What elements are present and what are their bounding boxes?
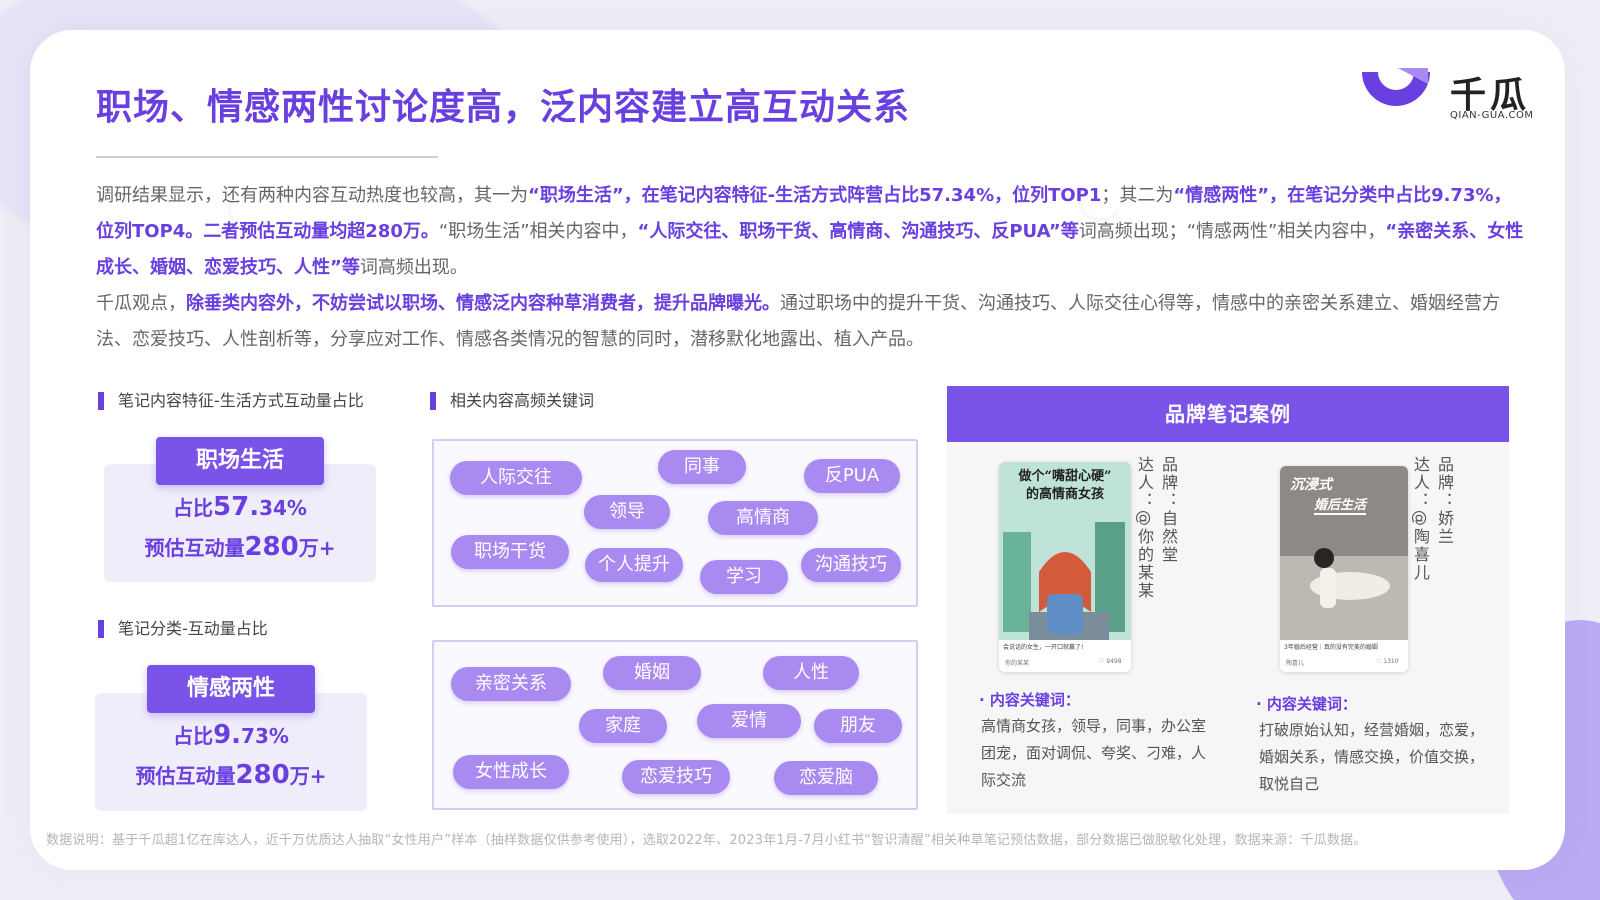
case-brand-name: 品牌：娇兰 <box>1435 456 1454 546</box>
case-kol-name: 达人：@你的某某 <box>1135 456 1154 600</box>
interact-prefix: 预估互动量 <box>144 536 245 560</box>
keyword-pill: 人性 <box>763 656 859 690</box>
section-label-category: 笔记分类-互动量占比 <box>98 620 268 638</box>
stat-pill-work: 职场生活 <box>156 437 324 485</box>
ratio-prefix: 占比 <box>173 496 214 520</box>
text: ；其二为 <box>1101 185 1174 206</box>
case-kol-name: 达人：@陶喜儿 <box>1411 456 1430 582</box>
keyword-pill: 反PUA <box>804 459 900 493</box>
text: “职场生活”相关内容中， <box>438 221 638 242</box>
keyword-pill: 领导 <box>584 495 670 529</box>
case-keywords-text: 高情商女孩，领导，同事，办公室团宠，面对调侃、夸奖、刁难，人际交流 <box>981 717 1207 789</box>
keyword-pill: 爱情 <box>697 704 801 738</box>
stat-ratio-emotion: 占比9.73% <box>95 720 367 750</box>
brand-logo: 千瓜 QIAN-GUA.COM <box>1358 66 1548 126</box>
case-brand-name: 品牌：自然堂 <box>1159 456 1178 564</box>
highlight: “人际交往、职场干货、高情商、沟通技巧、反PUA”等 <box>637 221 1079 242</box>
stat-pill-emotion: 情感两性 <box>147 665 315 713</box>
case-image-likes: ♡ 9498 <box>1099 658 1122 665</box>
brand-case-header: 品牌笔记案例 <box>947 386 1509 442</box>
highlight: “职场生活”，在笔记内容特征-生活方式阵营占比57.34%，位列TOP1 <box>528 185 1102 206</box>
case-keywords-title: · 内容关键词： <box>1256 695 1357 713</box>
summary-paragraph: 调研结果显示，还有两种内容互动热度也较高，其一为“职场生活”，在笔记内容特征-生… <box>96 178 1526 286</box>
section-label-keywords: 相关内容高频关键词 <box>430 392 594 410</box>
case-keywords-text: 打破原始认知，经营婚姻，恋爱，婚姻关系，情感交换，价值交换，取悦自己 <box>1259 721 1485 793</box>
case-image-title-line: 做个“嘴甜心硬” <box>1018 469 1112 484</box>
brand-case-panel: 品牌笔记案例 做个“嘴甜心硬” 的高情商女孩 会说话的女生，一开口就赢了! 你的… <box>947 386 1509 814</box>
keyword-pill: 女性成长 <box>453 755 569 789</box>
interact-prefix: 预估互动量 <box>135 764 236 788</box>
case-image-title: 做个“嘴甜心硬” 的高情商女孩 <box>999 468 1131 504</box>
case-image-caption: 会说话的女生，一开口就赢了! <box>1003 644 1084 651</box>
viewpoint-paragraph: 千瓜观点，除垂类内容外，不妨尝试以职场、情感泛内容种草消费者，提升品牌曝光。通过… <box>96 286 1526 358</box>
keyword-pill: 个人提升 <box>585 548 683 582</box>
ratio-prefix: 占比 <box>173 724 214 748</box>
interact-value: 280 <box>235 760 290 790</box>
data-footnote: 数据说明：基于千瓜超1亿在库达人，近千万优质达人抽取“女性用户”样本（抽样数据仅… <box>46 833 1367 848</box>
section-label-lifestyle: 笔记内容特征-生活方式互动量占比 <box>98 392 364 410</box>
case-image-likes: ♡ 1310 <box>1376 658 1399 665</box>
case-image-zirantang: 做个“嘴甜心硬” 的高情商女孩 会说话的女生，一开口就赢了! 你的某某 ♡ 94… <box>999 462 1131 672</box>
text: 千瓜观点， <box>96 293 186 314</box>
text: 词高频出现。 <box>359 257 468 278</box>
qiangua-logo-icon <box>1362 68 1430 106</box>
ratio-value: 9. <box>213 720 242 750</box>
case-image-title-line: 婚后生活 <box>1314 494 1367 515</box>
case-image-caption: 3年婚后经营｜真的没有完美的婚姻 <box>1284 644 1378 651</box>
keyword-pill: 学习 <box>700 560 788 594</box>
interact-suffix: 万+ <box>298 536 336 560</box>
case-image-user: 你的某某 <box>1005 660 1030 667</box>
case-image-title-line: 的高情商女孩 <box>1025 487 1104 502</box>
stat-ratio-work: 占比57.34% <box>104 492 376 522</box>
keyword-pill: 家庭 <box>579 709 667 743</box>
keyword-pill: 沟通技巧 <box>801 548 901 582</box>
keyword-pill: 朋友 <box>814 709 902 743</box>
highlight: 除垂类内容外，不妨尝试以职场、情感泛内容种草消费者，提升品牌曝光。 <box>186 293 780 314</box>
page-title: 职场、情感两性讨论度高，泛内容建立高互动关系 <box>96 87 911 128</box>
keyword-pill: 同事 <box>658 450 746 484</box>
ratio-value: 57. <box>213 492 260 522</box>
text: 词高频出现；“情感两性”相关内容中， <box>1078 221 1386 242</box>
keyword-pill: 恋爱脑 <box>774 761 878 795</box>
logo-text-en: QIAN-GUA.COM <box>1450 110 1534 121</box>
case-keywords-title: · 内容关键词： <box>979 691 1080 709</box>
case-image-guerlain: 沉浸式 婚后生活 3年婚后经营｜真的没有完美的婚姻 陶喜儿 ♡ 1310 <box>1280 466 1408 672</box>
keyword-pill: 高情商 <box>708 501 818 535</box>
keyword-pill: 婚姻 <box>603 656 701 690</box>
ratio-small: 73% <box>241 724 289 748</box>
interact-value: 280 <box>244 532 299 562</box>
keyword-pill: 亲密关系 <box>451 667 571 701</box>
stat-interact-work: 预估互动量280万+ <box>104 532 376 562</box>
case-image-user: 陶喜儿 <box>1286 660 1305 667</box>
stat-interact-emotion: 预估互动量280万+ <box>95 760 367 790</box>
title-divider <box>96 156 438 158</box>
keyword-pill: 恋爱技巧 <box>622 760 730 794</box>
text: 调研结果显示，还有两种内容互动热度也较高，其一为 <box>96 185 528 206</box>
case-image-title-line: 沉浸式 <box>1290 477 1332 493</box>
keyword-pill: 人际交往 <box>450 461 582 495</box>
keyword-pill: 职场干货 <box>451 535 569 569</box>
interact-suffix: 万+ <box>289 764 327 788</box>
ratio-small: 34% <box>259 496 307 520</box>
